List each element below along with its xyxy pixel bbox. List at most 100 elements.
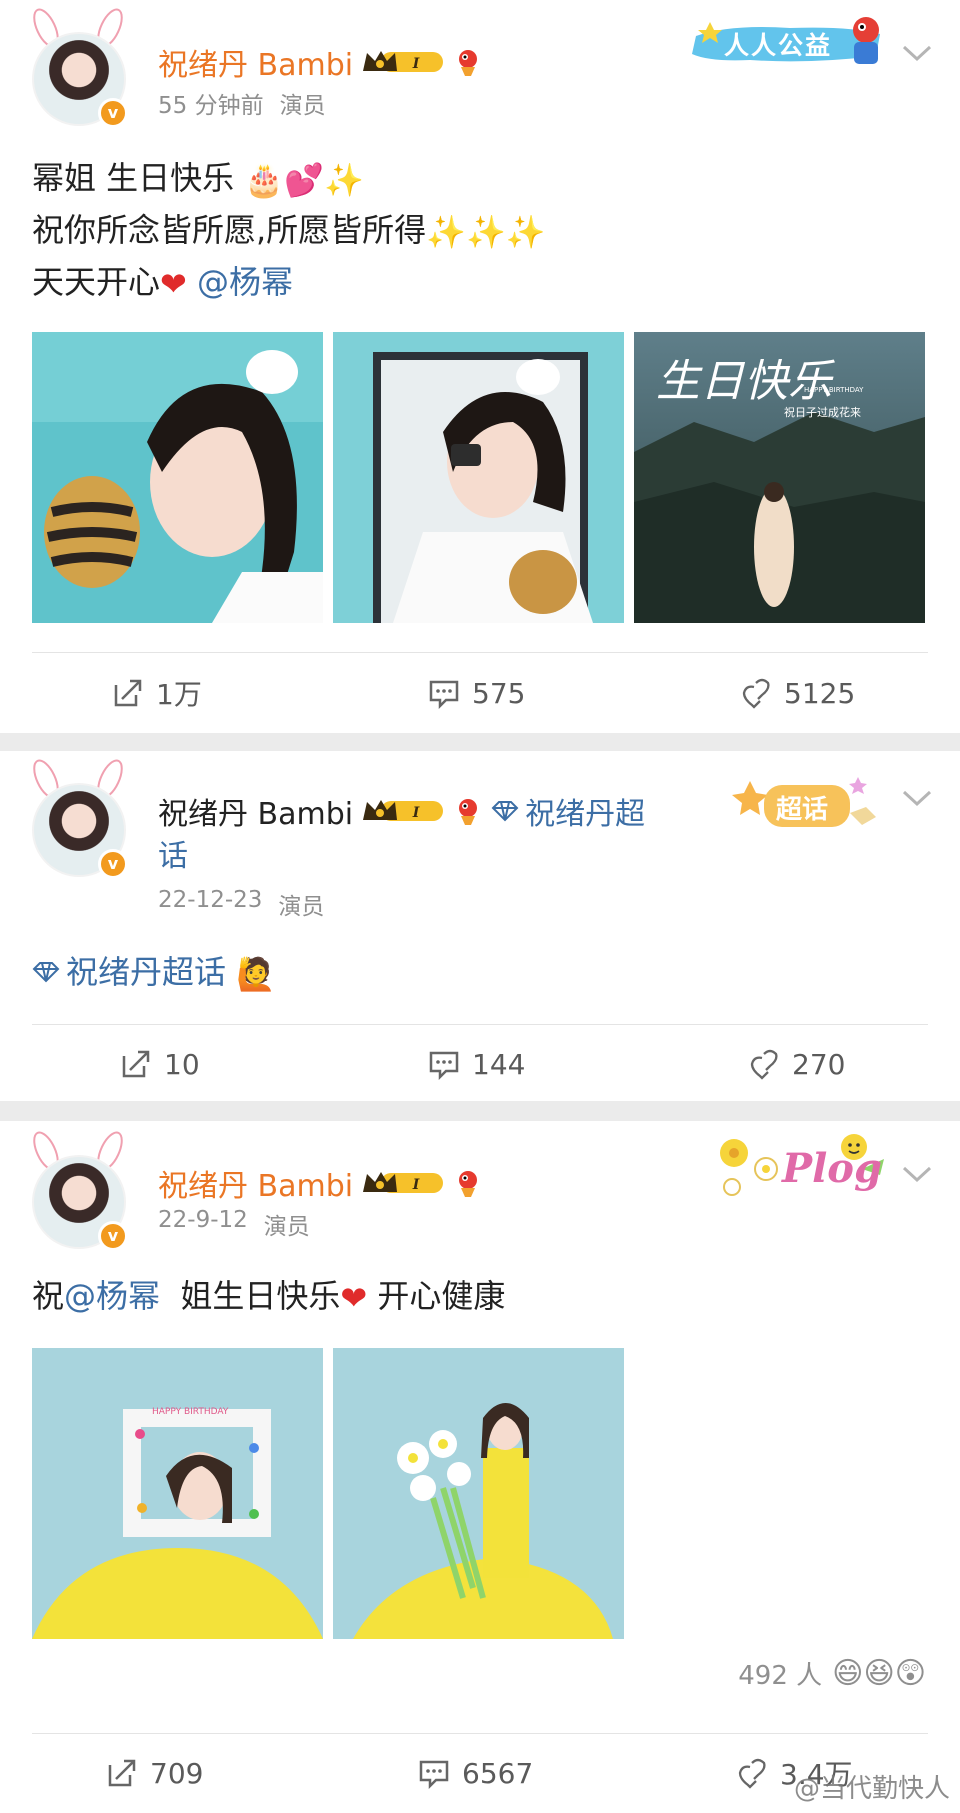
sticker-text: 超话 [776,795,829,825]
author-name[interactable]: 祝绪丹 Bambi [158,1161,353,1205]
post-image[interactable]: HAPPY BIRTHDAY [32,1348,323,1639]
diamond-icon [491,801,519,822]
like-button[interactable]: 5125 [740,663,855,723]
verified-v-icon: v [98,98,128,128]
super-topic-tag[interactable]: 祝绪丹超话 [32,947,226,997]
like-icon [750,1049,778,1080]
avatar[interactable]: v [22,1131,134,1257]
reactions-count: 492 人 [738,1661,823,1691]
repost-button[interactable]: 709 [106,1743,203,1803]
watermark: @当代勤快人 [793,1774,950,1804]
like-icon [742,678,770,709]
comment-count: 6567 [462,1756,534,1790]
mascot-icon [459,799,478,825]
post-text: 祝绪丹超话 🙋 [32,947,276,999]
post-text-line: 幂姐 生日快乐 [32,159,235,197]
repost-button[interactable]: 10 [120,1034,200,1094]
member-crown-badge-icon[interactable]: I [361,47,445,77]
diamond-icon [32,962,60,983]
divider [32,1024,928,1025]
super-topic-sticker[interactable]: 超话 [730,767,880,833]
avatar[interactable]: v [22,8,134,134]
weibo-post: v 祝绪丹 Bambi I 55 分钟前 演员 人人公益 幂姐 生日快乐 🎂💕✨… [0,0,960,733]
comment-button[interactable]: 6567 [418,1743,533,1803]
super-topic-link[interactable]: 祝绪丹超 [491,789,645,833]
repost-count: 709 [150,1756,204,1790]
divider [32,1733,928,1734]
weibo-post: v 祝绪丹 Bambi I 祝绪丹超 话 22-12-23 演员 超话 祝绪丹超… [0,751,960,1101]
post-time: 22-9-12 [158,1207,248,1233]
heart-emoji: ❤ [160,265,187,303]
verified-v-icon: v [98,849,128,879]
like-count: 5125 [784,676,856,710]
raising-hand-emoji: 🙋 [236,955,277,993]
post-time: 22-12-23 [158,887,263,913]
like-icon [738,1758,766,1789]
post-image[interactable] [333,332,624,623]
mascot-icon [459,50,478,76]
sparkles-emoji: ✨✨✨ [426,213,546,251]
post-time: 55 分钟前 [158,93,264,119]
mention-link[interactable]: @杨幂 [64,1277,160,1315]
post-text-segment: 开心健康 [377,1277,506,1315]
photo-yellow-dress-balloon-flowers [333,1348,624,1639]
divider [32,652,928,653]
post-image[interactable] [333,1348,624,1639]
repost-count: 10 [164,1047,200,1081]
repost-icon [122,1050,150,1078]
comment-icon [419,1760,449,1789]
comment-button[interactable]: 575 [428,663,525,723]
cake-heart-sparkle-emoji: 🎂💕✨ [244,161,364,199]
post-text-line: 祝你所念皆所愿,所愿皆所得 [32,211,427,249]
repost-icon [108,1759,136,1787]
reaction-emojis: 😄😆😲 [832,1656,926,1691]
chevron-down-icon[interactable] [900,1163,934,1185]
image-overlay-subtitle: 祝日子过成花来 [784,405,861,419]
super-topic-name-continued[interactable]: 话 [158,831,188,875]
chevron-down-icon[interactable] [900,787,934,809]
author-name[interactable]: 祝绪丹 Bambi [158,40,353,84]
image-overlay-title: 生日快乐 [656,356,835,407]
action-bar: 10 144 270 [0,1034,960,1094]
charity-sticker[interactable]: 人人公益 [690,12,890,70]
sticker-text: Plog [782,1145,882,1192]
comment-count: 575 [472,676,526,710]
avatar[interactable]: v [22,759,134,885]
photo-portrait-with-camera [333,332,624,623]
svg-text:I: I [412,805,420,821]
verified-v-icon: v [98,1221,128,1251]
like-count: 270 [792,1047,846,1081]
post-text-segment: 祝 [32,1277,65,1315]
author-role: 演员 [279,93,326,119]
comment-count: 144 [472,1047,526,1081]
author-role: 演员 [263,1214,310,1240]
photo-birthday-frame-yellow-dress: HAPPY BIRTHDAY [32,1348,323,1639]
image-grid: 生日快乐 祝日子过成花来 HAPPY BIRTHDAY [32,332,925,623]
photo-portrait-with-bee-toy [32,332,323,623]
reactions-summary[interactable]: 492 人 😄😆😲 [738,1655,926,1692]
member-crown-badge-icon[interactable]: I [361,1168,445,1198]
post-image[interactable]: 生日快乐 祝日子过成花来 HAPPY BIRTHDAY [634,332,925,623]
post-text: 幂姐 生日快乐 🎂💕✨ 祝你所念皆所愿,所愿皆所得✨✨✨ 天天开心❤ @杨幂 [32,153,546,309]
heart-emoji: ❤ [340,1279,368,1317]
repost-button[interactable]: 1万 [112,663,202,723]
post-text-line: 天天开心 [32,263,161,301]
sticker-text: 人人公益 [724,31,833,60]
super-topic-tag-text: 祝绪丹超话 [66,953,227,991]
image-overlay-small-text: HAPPY BIRTHDAY [804,386,864,394]
member-crown-badge-icon[interactable]: I [361,796,445,826]
chevron-down-icon[interactable] [900,42,934,64]
like-button[interactable]: 270 [748,1034,845,1094]
action-bar: 1万 575 5125 [0,663,960,723]
mention-link[interactable]: @杨幂 [197,263,293,301]
svg-text:I: I [412,1177,420,1193]
post-image[interactable] [32,332,323,623]
author-name[interactable]: 祝绪丹 Bambi [158,789,353,833]
mascot-icon [459,1171,478,1197]
svg-text:I: I [412,56,420,72]
comment-icon [429,680,459,709]
plog-sticker[interactable]: Plog [712,1129,892,1209]
repost-icon [114,679,142,707]
weibo-post: v 祝绪丹 Bambi I 22-9-12 演员 Plog 祝@杨幂 姐生日快乐… [0,1121,960,1813]
comment-button[interactable]: 144 [428,1034,525,1094]
